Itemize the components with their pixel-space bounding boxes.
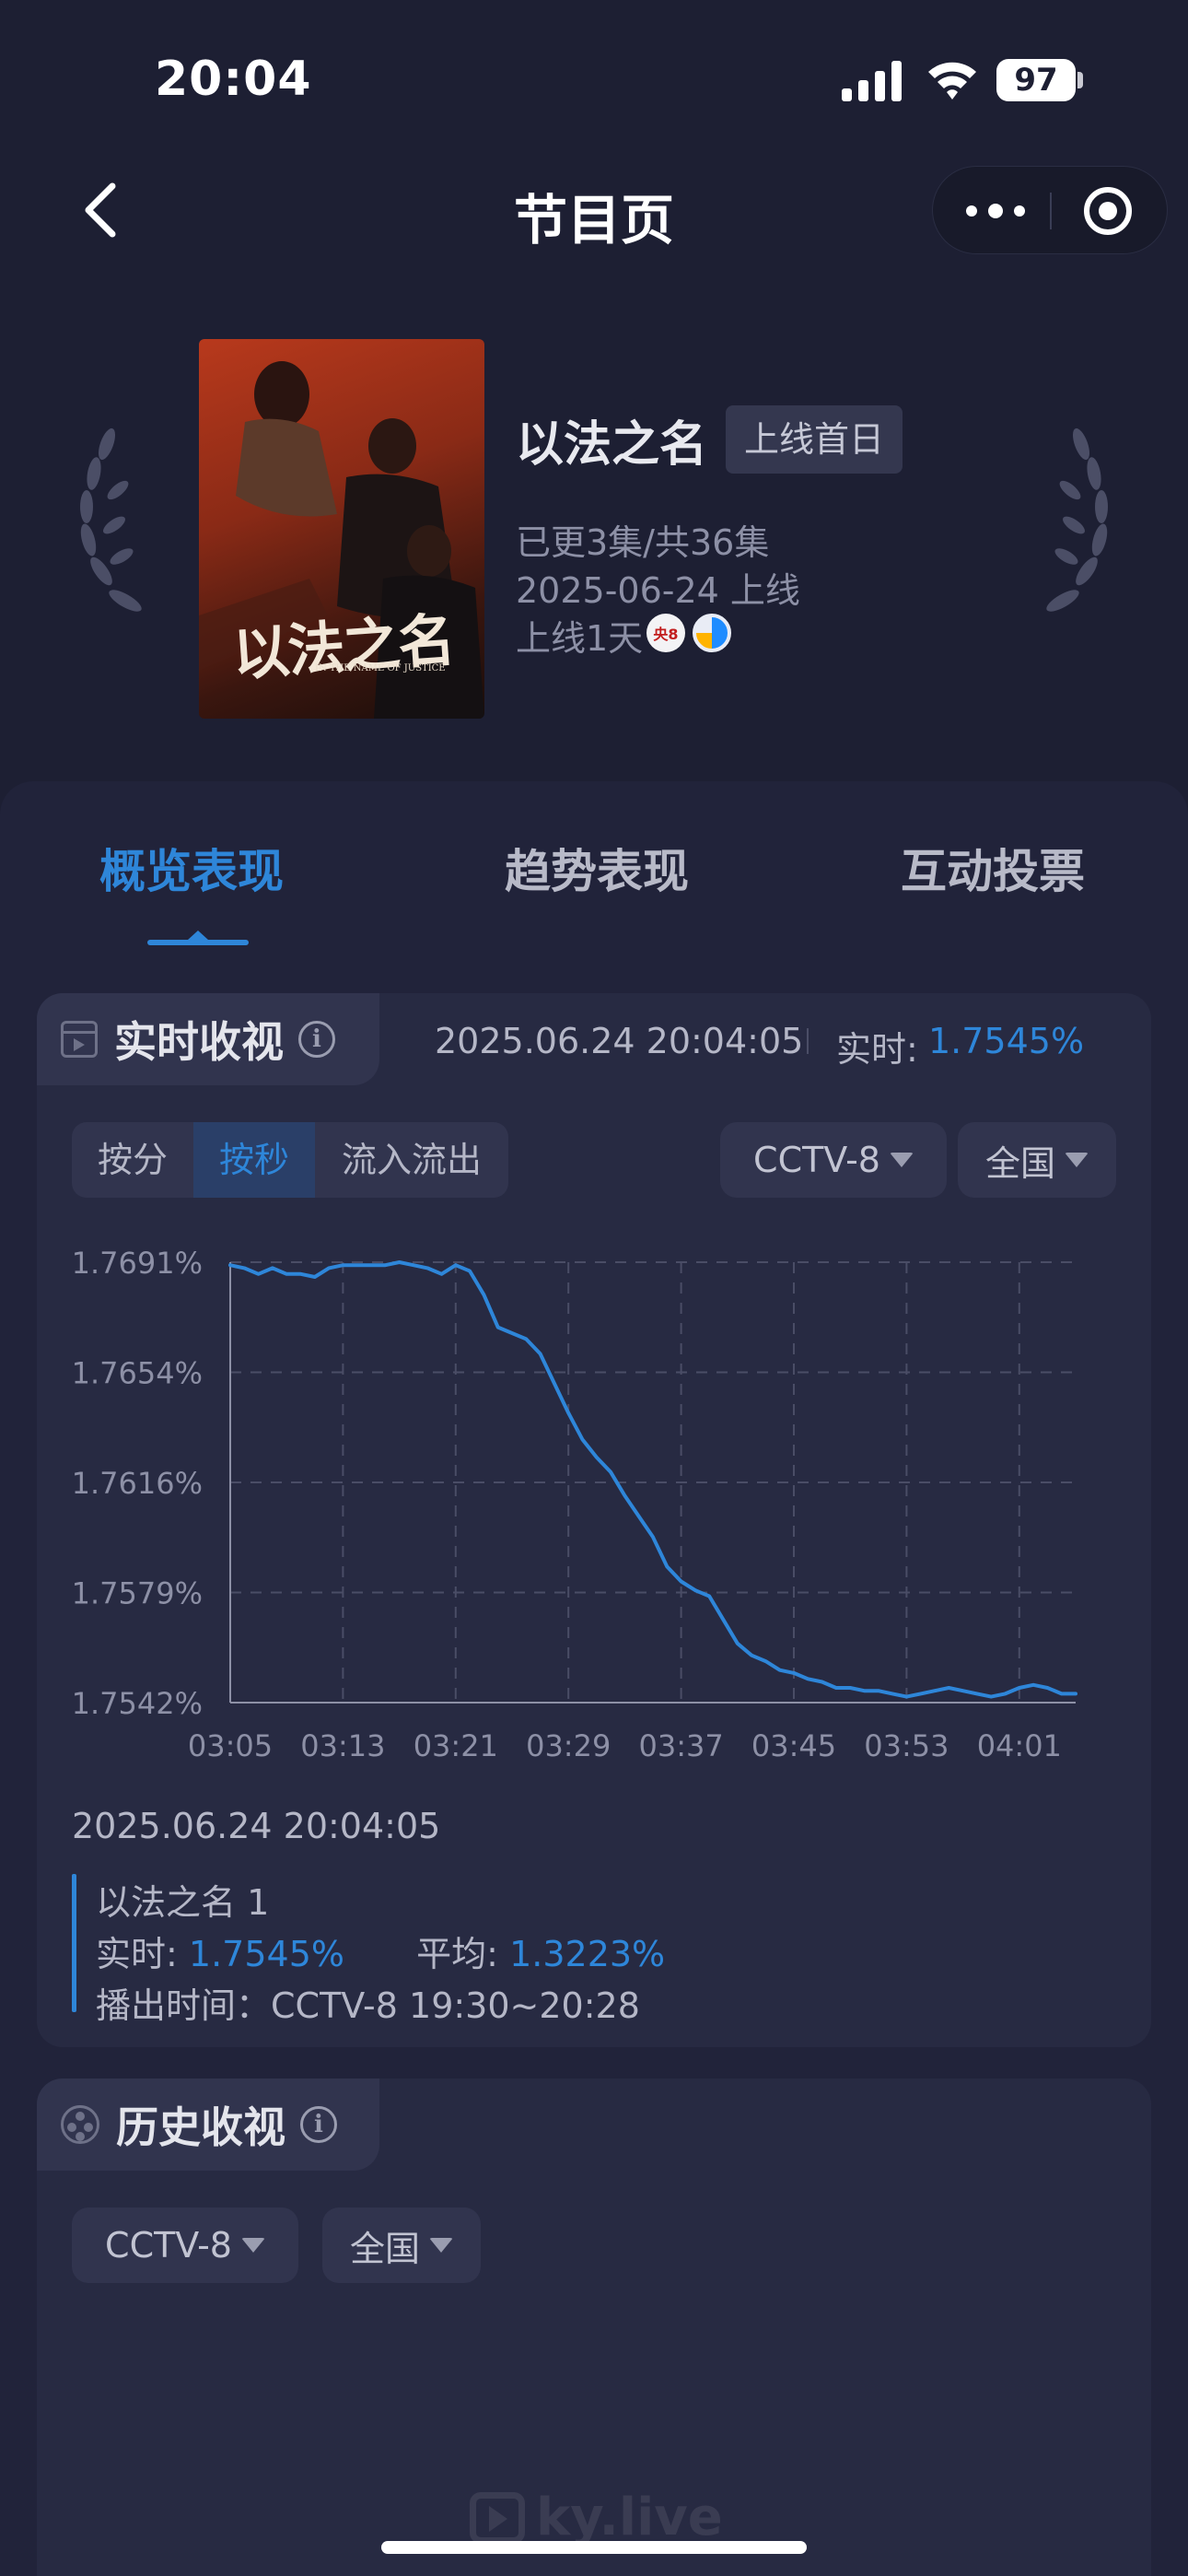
x-tick-label: 03:29 (526, 1728, 611, 1763)
realtime-label: 实时: (836, 1029, 918, 1070)
detail-timestamp: 2025.06.24 20:04:05 (72, 1806, 441, 1846)
tab-trend[interactable]: 趋势表现 (505, 835, 689, 901)
tv-icon (61, 1021, 98, 1058)
streaming-platform-icon (693, 614, 731, 652)
mini-program-capsule (932, 166, 1168, 254)
battery-icon: 97 (996, 59, 1083, 101)
x-tick-label: 03:37 (638, 1728, 723, 1763)
poster-subtitle: IN THE NAME OF JUSTICE (315, 663, 446, 673)
detail-realtime-value: 1.7545% (188, 1934, 344, 1974)
tab-vote[interactable]: 互动投票 (901, 835, 1085, 901)
history-region-dropdown[interactable]: 全国 (322, 2207, 481, 2283)
divider (807, 1028, 809, 1054)
history-channel-label: CCTV-8 (105, 2225, 232, 2266)
realtime-chart[interactable]: 1.7691% 1.7654% 1.7616% 1.7579% 1.7542% 03:05… (37, 1225, 1151, 1778)
show-name: 以法之名 (516, 417, 708, 473)
chevron-down-icon (240, 2238, 265, 2253)
status-time: 20:04 (155, 52, 312, 107)
film-reel-icon (61, 2105, 99, 2144)
region-dropdown[interactable]: 全国 (958, 1122, 1116, 1198)
region-dropdown-label: 全国 (984, 1142, 1055, 1184)
poster-title: 以法之名 (230, 605, 456, 689)
days-online: 上线1天 (516, 618, 644, 659)
detail-values: 实时: 1.7545% 平均: 1.3223% (96, 1926, 665, 1976)
watermark-text: ky.live (536, 2488, 723, 2547)
channel-dropdown-label: CCTV-8 (753, 1140, 880, 1180)
detail-accent-bar (72, 1874, 76, 2012)
realtime-timestamp: 2025.06.24 20:04:05 (435, 1021, 804, 1061)
history-channel-dropdown[interactable]: CCTV-8 (72, 2207, 298, 2283)
y-tick-label: 1.7654% (72, 1356, 203, 1391)
x-tick-label: 03:13 (300, 1728, 385, 1763)
close-target-icon[interactable] (1084, 187, 1132, 235)
more-icon[interactable] (966, 191, 1025, 231)
y-tick-label: 1.7542% (72, 1686, 203, 1721)
status-badge: 上线首日 (726, 405, 903, 474)
x-tick-label: 03:53 (864, 1728, 949, 1763)
x-tick-label: 03:21 (413, 1728, 498, 1763)
laurel-left-icon (80, 427, 142, 612)
x-tick-label: 03:45 (751, 1728, 836, 1763)
watermark: ky.live (470, 2488, 723, 2547)
wifi-icon (928, 62, 976, 100)
tab-overview[interactable]: 概览表现 (99, 835, 284, 901)
segment-flow[interactable]: 流入流出 (315, 1122, 508, 1198)
laurel-right-icon (1046, 427, 1108, 612)
detail-avg-label: 平均: (416, 1934, 498, 1974)
episode-count: 已更3集/共36集 (516, 522, 770, 563)
y-tick-label: 1.7616% (72, 1466, 203, 1501)
battery-level: 97 (996, 59, 1076, 101)
channel-dropdown[interactable]: CCTV-8 (720, 1122, 947, 1198)
realtime-value: 1.7545% (928, 1021, 1085, 1061)
segment-by-second[interactable]: 按秒 (193, 1122, 315, 1198)
granularity-segment: 按分 按秒 流入流出 (72, 1122, 508, 1198)
series-line (228, 1260, 1077, 1699)
realtime-header: 实时收视 i (37, 993, 379, 1085)
x-tick-label: 04:01 (977, 1728, 1062, 1763)
info-icon[interactable]: i (298, 1021, 335, 1058)
tab-indicator (147, 931, 249, 945)
y-tick-label: 1.7691% (72, 1246, 203, 1281)
watermark-logo-icon (470, 2491, 525, 2544)
show-poster[interactable]: 以法之名 IN THE NAME OF JUSTICE (199, 339, 484, 719)
cctv8-channel-icon: 央8 (646, 614, 685, 652)
premiere-date: 2025-06-24 上线 (516, 570, 800, 611)
info-icon[interactable]: i (300, 2106, 337, 2143)
chevron-down-icon (1065, 1153, 1089, 1167)
detail-avg-value: 1.3223% (509, 1934, 666, 1974)
x-tick-label: 03:05 (188, 1728, 273, 1763)
home-indicator (381, 2541, 807, 2554)
realtime-heading: 实时收视 (114, 1017, 284, 1067)
history-header: 历史收视 i (37, 2078, 379, 2171)
history-heading: 历史收视 (116, 2102, 285, 2152)
detail-realtime-label: 实时: (96, 1934, 178, 1974)
detail-airtime: 播出时间：CCTV-8 19:30~20:28 (96, 1985, 640, 2026)
cellular-signal-icon (842, 61, 902, 101)
y-tick-label: 1.7579% (72, 1576, 203, 1611)
chevron-down-icon (429, 2238, 453, 2253)
segment-by-minute[interactable]: 按分 (72, 1122, 193, 1198)
chevron-down-icon (889, 1153, 914, 1167)
history-region-label: 全国 (349, 2228, 420, 2269)
detail-episode: 以法之名 1 (96, 1882, 270, 1923)
